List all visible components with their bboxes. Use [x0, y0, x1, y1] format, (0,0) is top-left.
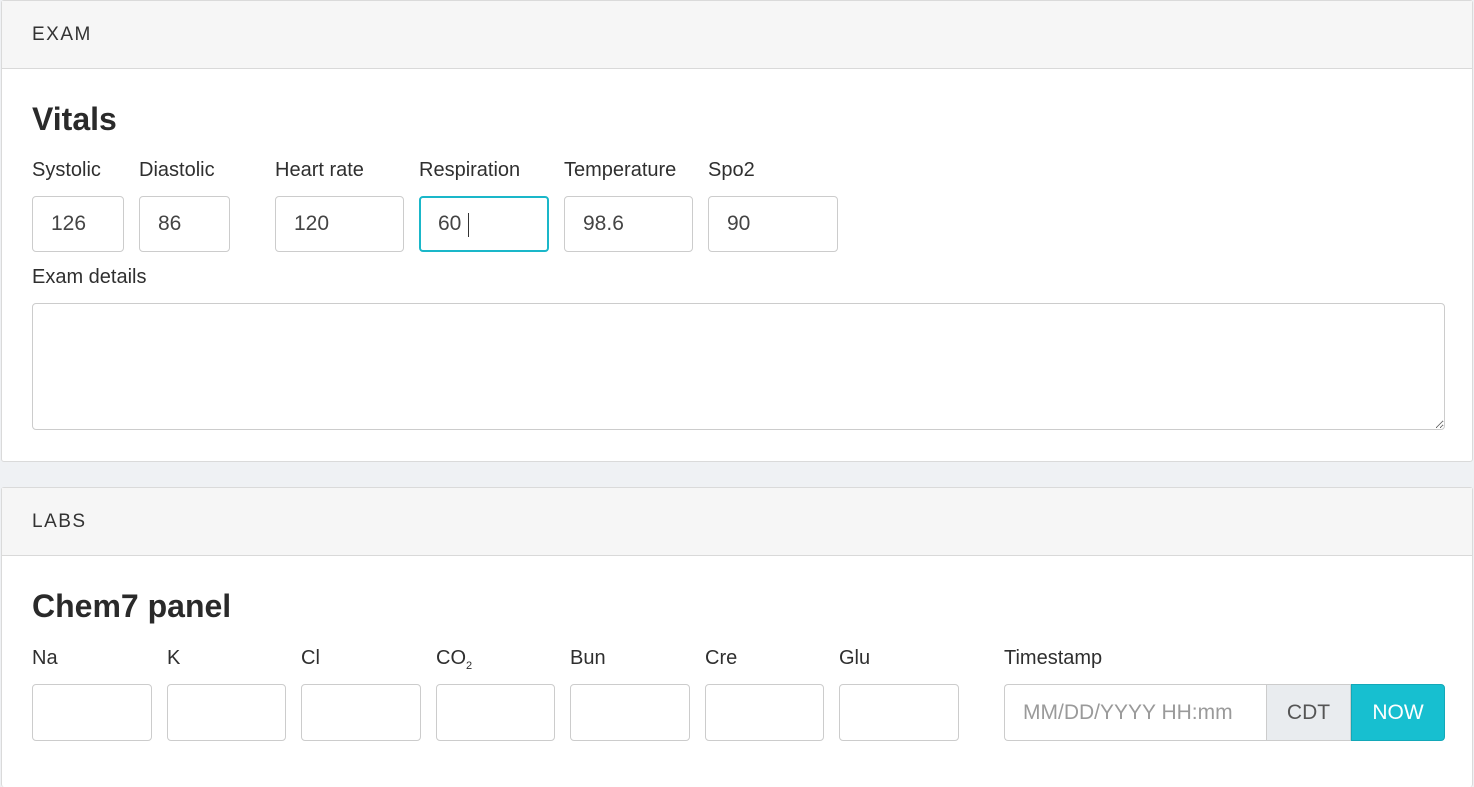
na-input[interactable] — [32, 684, 152, 741]
systolic-input[interactable] — [32, 196, 124, 252]
exam-card: EXAM Vitals Systolic Diastolic Heart rat… — [1, 0, 1473, 462]
na-label: Na — [32, 647, 58, 669]
k-input[interactable] — [167, 684, 286, 741]
exam-details-label: Exam details — [32, 266, 147, 288]
respiration-label: Respiration — [419, 159, 521, 181]
spo2-label: Spo2 — [708, 159, 755, 181]
temperature-label: Temperature — [564, 159, 677, 181]
glu-input[interactable] — [839, 684, 959, 741]
diastolic-input[interactable] — [139, 196, 230, 252]
timestamp-label: Timestamp — [1004, 647, 1103, 669]
exam-header: EXAM — [2, 1, 1472, 69]
temperature-input[interactable] — [564, 196, 693, 252]
co2-label-text: CO — [436, 647, 466, 669]
respiration-input[interactable] — [419, 196, 549, 252]
chem7-title: Chem7 panel — [32, 588, 232, 624]
labs-card: LABS Chem7 panel Na K Cl CO2 Bun Cre Glu… — [1, 487, 1473, 787]
spo2-input[interactable] — [708, 196, 838, 252]
timestamp-input[interactable] — [1004, 684, 1266, 741]
diastolic-label: Diastolic — [139, 159, 215, 181]
systolic-label: Systolic — [32, 159, 101, 181]
exam-details-textarea[interactable] — [32, 303, 1445, 430]
cl-input[interactable] — [301, 684, 421, 741]
timezone-addon: CDT — [1266, 684, 1351, 741]
labs-header: LABS — [2, 488, 1472, 556]
cre-label: Cre — [705, 647, 738, 669]
glu-label: Glu — [839, 647, 871, 669]
bun-label: Bun — [570, 647, 606, 669]
heart-rate-label: Heart rate — [275, 159, 364, 181]
now-button[interactable]: NOW — [1351, 684, 1445, 741]
heart-rate-input[interactable] — [275, 196, 404, 252]
cl-label: Cl — [301, 647, 320, 669]
co2-label: CO2 — [436, 647, 472, 672]
timestamp-input-group: CDT NOW — [1004, 684, 1445, 741]
k-label: K — [167, 647, 181, 669]
cre-input[interactable] — [705, 684, 824, 741]
co2-input[interactable] — [436, 684, 555, 741]
text-caret — [468, 213, 469, 237]
vitals-title: Vitals — [32, 101, 117, 137]
bun-input[interactable] — [570, 684, 690, 741]
co2-label-subscript: 2 — [466, 660, 473, 672]
